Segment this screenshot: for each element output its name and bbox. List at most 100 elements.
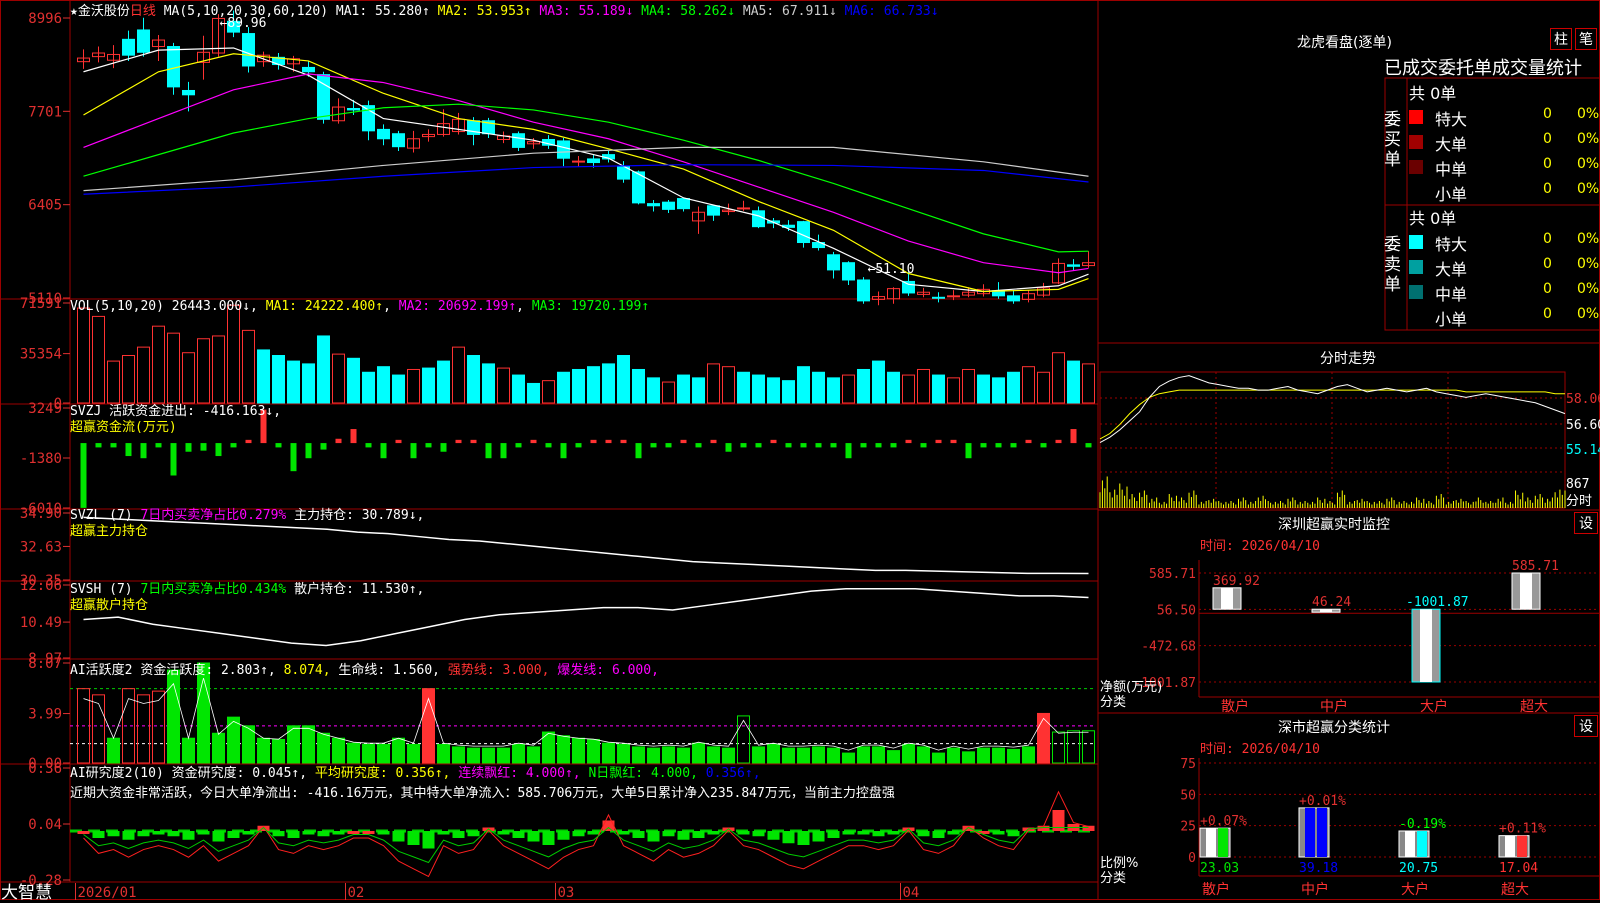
ai-research-bar [107,831,120,837]
ai-active-bar [647,747,660,764]
ai-active-bar [992,747,1005,764]
ai-active-bar [962,751,975,764]
capital-flow-bar [500,443,507,459]
ai-research-bar [437,831,450,835]
capital-flow-bar [665,443,672,448]
classify-y-tick: 50 [1180,788,1196,803]
volume-bar [347,357,360,404]
capital-flow-bar [725,443,732,452]
ai-research-bar [407,831,420,845]
capital-flow-bar [365,443,372,448]
capital-flow-bar [950,439,957,444]
monitor-bar-highlight [1520,573,1532,610]
order-stats-title: 已成交委托单成交量统计 [1384,58,1582,79]
ai-active-bar [497,747,510,764]
candle-body [377,128,390,140]
x-axis-label: 04 [903,885,920,900]
ai-research-bar [632,831,645,838]
svzl-header: SVZL (7) 7日内买卖净占比0.279% 主力持仓: 30.789↓, 超… [70,508,424,540]
buy-order-name: 特大 [1435,110,1468,129]
volume-bar [692,377,705,404]
volume-bar [242,329,255,404]
ai-active-bar [257,737,270,764]
sell-order-row: 特大 0 0% [1409,231,1600,254]
classify-value-label: 39.18 [1299,861,1338,876]
vol-ma3: MA3: 19720.199↑ [531,299,650,314]
ai-active-bar [557,735,570,764]
buy-order-count: 0 [1543,181,1552,197]
buy-order-pct: 0% [1577,106,1600,122]
ai-active-bar [947,747,960,764]
volume-bar [557,371,570,404]
period-label[interactable]: 日线 [130,4,156,19]
volume-bar [887,371,900,404]
y-tick-label: 3249 [28,401,62,417]
candle-body [512,133,525,148]
ai-research-bar [782,831,795,844]
stock-name[interactable]: 金沃股份 [78,4,130,19]
capital-flow-bar [980,443,987,448]
volume-bar [617,355,630,404]
volume-bar [467,355,480,404]
volume-bar [212,335,225,404]
classify-bar-highlight [1405,830,1415,857]
classify-change-label: -0.19% [1399,817,1446,832]
ai-research-bar [767,831,780,840]
buy-order-name: 大单 [1435,135,1468,154]
ai-research-bar [347,831,360,834]
capital-flow-bar [845,443,852,459]
capital-flow-bar [320,443,327,450]
ai-research-title: AI研究度2(10) [70,766,164,781]
intraday-price-tick: 58.06 [1566,392,1600,407]
ai-active-bar [482,747,495,764]
ai-active-bar [437,743,450,764]
volume-bar [332,353,345,404]
buy-order-row: 小单 0 0% [1409,181,1600,204]
vol-value: 26443.000↓ [171,299,251,314]
classify-settings-button[interactable]: 设 [1574,715,1598,737]
ai-research-bar [212,831,225,842]
buy-order-swatch [1409,135,1423,149]
volume-bar [107,360,120,404]
capital-flow-bar [80,443,87,508]
capital-flow-bar [440,443,447,452]
ai-research-bar [812,831,825,842]
intraday-time-label: 分时 [1566,494,1592,509]
volume-bar [662,381,675,404]
capital-flow-bar [230,443,237,448]
y-tick-label: 71591 [20,296,62,312]
ai-research-bar [602,820,615,831]
ai-active-desc: 资金活跃度: 2.803↑, [140,663,276,678]
sell-order-count: 0 [1543,306,1552,322]
capital-flow-bar [1040,443,1047,448]
monitor-category-label: 中户 [1320,698,1348,715]
ma3-value: MA3: 55.189↓ [539,4,634,19]
volume-bar [1022,366,1035,404]
volume-bar [377,366,390,404]
volume-bar [962,368,975,404]
svzj-sub: 超赢资金流(万元) [70,420,177,435]
y-tick-label: -1380 [20,451,62,467]
volume-bar [512,374,525,404]
volume-bar [917,368,930,404]
buy-order-count: 0 [1543,131,1552,147]
capital-flow-bar [770,439,777,444]
ai-research-bar [992,831,1005,835]
y-tick-label: 0.36 [28,761,62,777]
pen-mode-button[interactable]: 笔 [1575,28,1597,50]
ai-research-desc: 资金研究度: 0.045↑, [171,766,308,781]
classify-change-label: +0.07% [1200,814,1247,829]
capital-flow-bar [800,443,807,448]
capital-flow-bar [815,443,822,448]
favorite-star-icon[interactable]: ★ [70,4,78,19]
classify-change-label: +0.11% [1499,822,1546,837]
sell-order-swatch [1409,235,1423,249]
ai-research-bar [617,831,630,835]
ai-active-bar [182,737,195,764]
monitor-settings-button[interactable]: 设 [1574,512,1598,534]
svzl-title: SVZL (7) [70,508,133,523]
volume-bar [452,346,465,404]
buy-order-pct: 0% [1577,181,1600,197]
bar-mode-button[interactable]: 柱 [1550,28,1572,50]
ai-research-bar [857,831,870,835]
